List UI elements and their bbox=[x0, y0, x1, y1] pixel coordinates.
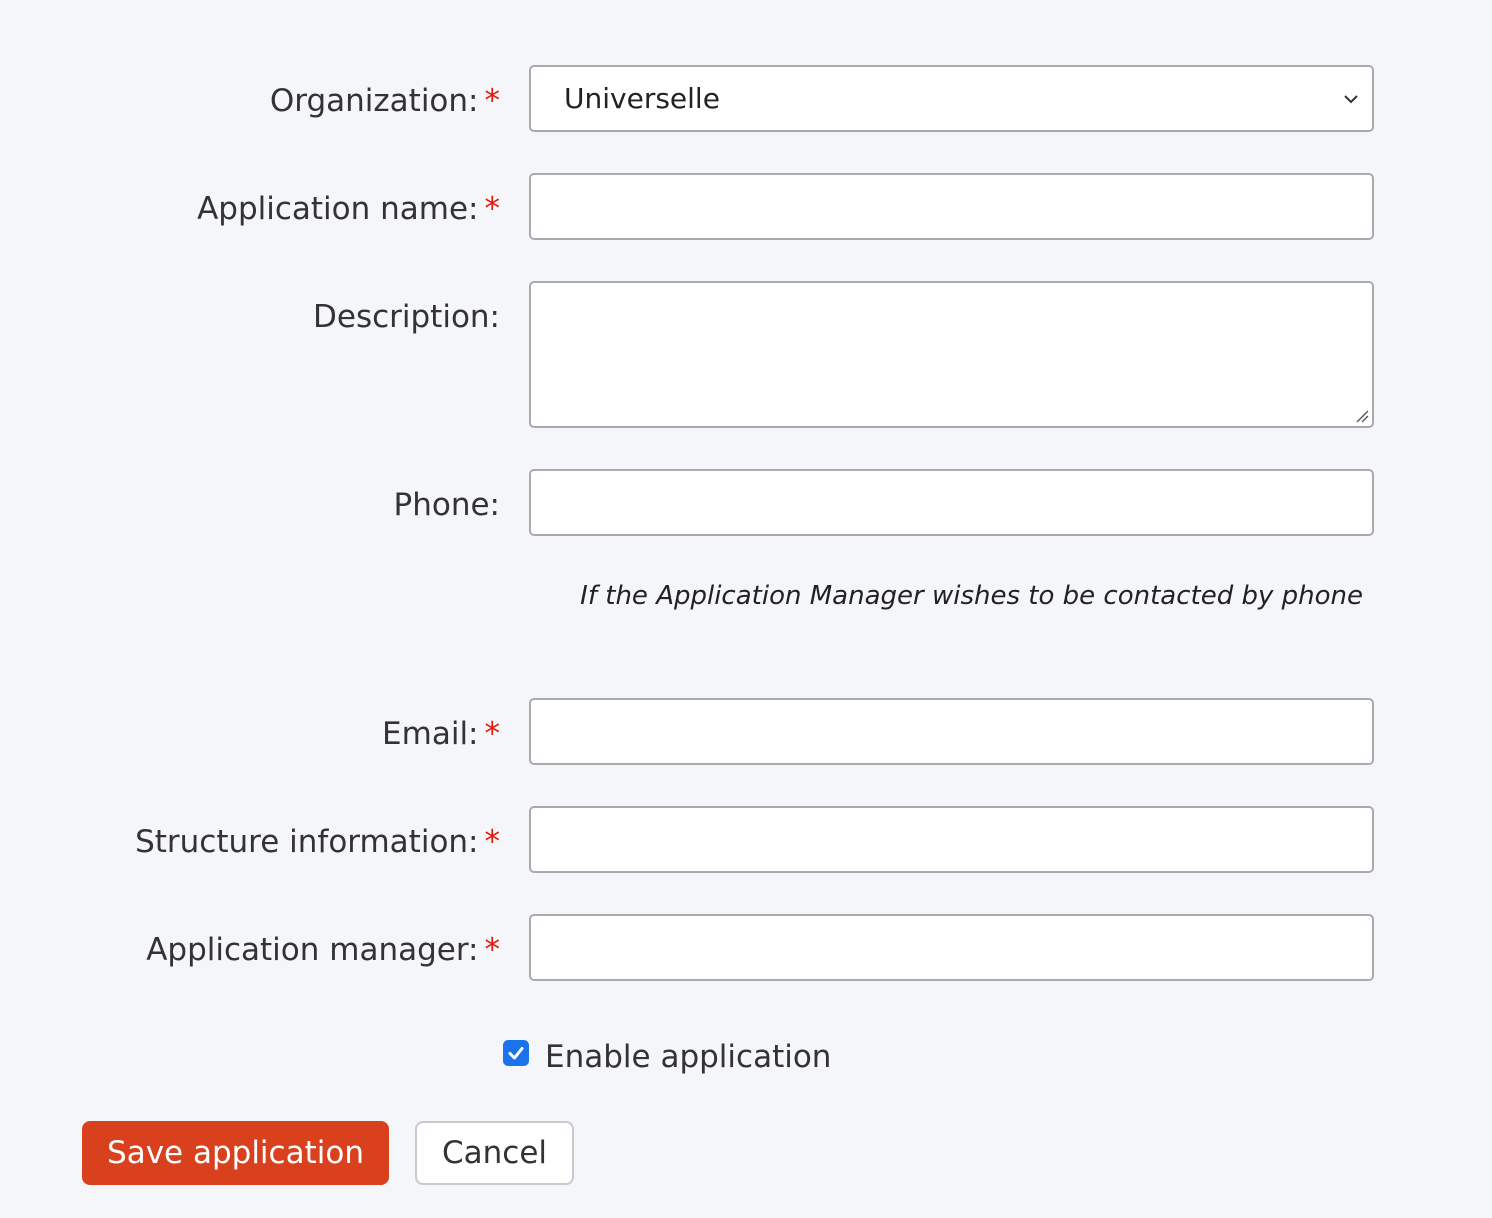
enable-application-checkbox[interactable] bbox=[503, 1040, 529, 1066]
required-asterisk: * bbox=[484, 83, 501, 119]
checkmark-icon bbox=[508, 1047, 524, 1060]
organization-selected-value: Universelle bbox=[564, 82, 720, 115]
email-input[interactable] bbox=[529, 698, 1374, 765]
required-asterisk: * bbox=[484, 716, 501, 752]
save-application-button[interactable]: Save application bbox=[82, 1121, 389, 1185]
phone-input[interactable] bbox=[529, 469, 1374, 536]
application-manager-label-text: Application manager: bbox=[146, 932, 479, 968]
structure-information-input[interactable] bbox=[529, 806, 1374, 873]
application-manager-label: Application manager: * bbox=[146, 930, 500, 970]
description-textarea[interactable] bbox=[529, 281, 1374, 428]
organization-label: Organization: * bbox=[270, 81, 500, 121]
chevron-down-icon bbox=[1344, 94, 1358, 103]
application-name-input[interactable] bbox=[529, 173, 1374, 240]
application-manager-input[interactable] bbox=[529, 914, 1374, 981]
resize-grip-icon[interactable] bbox=[1353, 407, 1369, 423]
description-label: Description: bbox=[313, 297, 500, 337]
cancel-button[interactable]: Cancel bbox=[415, 1121, 574, 1185]
required-asterisk: * bbox=[484, 932, 501, 968]
required-asterisk: * bbox=[484, 191, 501, 227]
phone-help-text: If the Application Manager wishes to be … bbox=[580, 581, 1363, 611]
organization-select[interactable]: Universelle bbox=[529, 65, 1374, 132]
email-label-text: Email: bbox=[382, 716, 479, 752]
enable-application-label[interactable]: Enable application bbox=[545, 1037, 831, 1077]
required-asterisk: * bbox=[484, 824, 501, 860]
structure-information-label: Structure information: * bbox=[135, 822, 500, 862]
phone-label: Phone: bbox=[394, 485, 500, 525]
structure-information-label-text: Structure information: bbox=[135, 824, 479, 860]
description-label-text: Description: bbox=[313, 299, 500, 335]
organization-label-text: Organization: bbox=[269, 83, 479, 119]
application-name-label: Application name: * bbox=[197, 189, 500, 229]
phone-label-text: Phone: bbox=[393, 487, 500, 523]
email-label: Email: * bbox=[382, 714, 500, 754]
application-name-label-text: Application name: bbox=[197, 191, 479, 227]
